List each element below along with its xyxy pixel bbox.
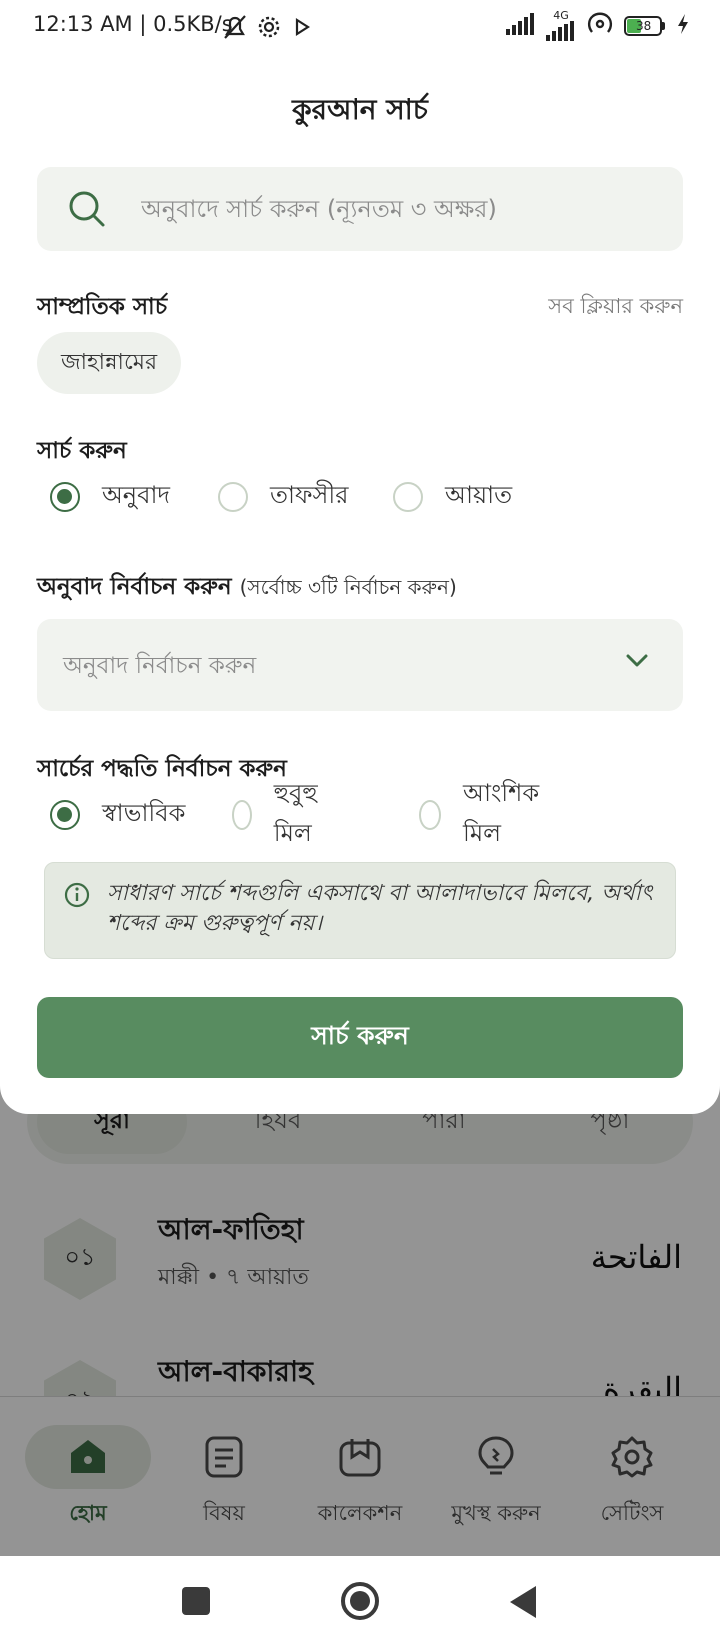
home-button[interactable] xyxy=(340,1581,380,1625)
charging-icon xyxy=(676,13,690,39)
radio-selected[interactable] xyxy=(50,800,80,830)
search-input[interactable] xyxy=(141,167,661,251)
status-time: 12:13 AM | 0.5KB/s xyxy=(33,12,233,36)
status-bar: 12:13 AM | 0.5KB/s 4G 38 xyxy=(0,0,720,52)
battery-icon: 38 xyxy=(624,15,666,36)
radio-unselected[interactable] xyxy=(232,800,252,830)
info-text: সাধারণ সার্চে শব্দগুলি একসাথে বা আলাদাভা… xyxy=(107,881,653,936)
radio-unselected[interactable] xyxy=(393,482,423,512)
system-navigation-bar xyxy=(0,1556,720,1650)
radio-option-tafsir[interactable]: তাফসীর xyxy=(218,477,348,517)
recents-button[interactable] xyxy=(181,1586,211,1620)
search-method-label: সার্চের পদ্ধতি নির্বাচন করুন xyxy=(37,756,287,782)
search-in-label: সার্চ করুন xyxy=(37,438,127,464)
radio-label: আয়াত xyxy=(445,481,513,509)
info-icon xyxy=(63,881,91,913)
battery-level: 38 xyxy=(636,18,652,33)
radio-label: হুবুহু মিল xyxy=(273,779,318,847)
recent-search-chip[interactable]: জাহান্নামের xyxy=(37,332,182,394)
clear-all-button[interactable]: সব ক্লিয়ার করুন xyxy=(548,290,683,325)
radio-label: অনুবাদ xyxy=(102,481,171,509)
search-icon xyxy=(67,189,107,233)
gear-icon xyxy=(256,14,282,44)
chevron-down-icon xyxy=(625,653,649,673)
mute-bell-icon xyxy=(222,14,248,44)
quran-search-sheet: 12:13 AM | 0.5KB/s 4G 38 কুরআন সার্চ অনু… xyxy=(0,0,720,1114)
translation-dropdown[interactable]: অনুবাদ নির্বাচন করুন xyxy=(37,619,683,711)
search-button[interactable]: সার্চ করুন xyxy=(37,997,683,1078)
dropdown-placeholder: অনুবাদ নির্বাচন করুন xyxy=(63,653,257,679)
signal-icon xyxy=(506,12,536,39)
radio-option-exact[interactable]: হুবুহু মিল xyxy=(232,779,328,847)
radio-unselected[interactable] xyxy=(218,482,248,512)
play-icon xyxy=(294,17,311,40)
status-indicators: 4G 38 xyxy=(506,10,690,41)
sheet-title: কুরআন সার্চ xyxy=(292,93,428,126)
hotspot-icon xyxy=(586,12,614,40)
radio-option-normal[interactable]: স্বাভাবিক xyxy=(50,795,185,835)
radio-unselected[interactable] xyxy=(419,800,441,830)
translation-select-label: অনুবাদ নির্বাচন করুন (সর্বোচ্চ ৩টি নির্ব… xyxy=(37,568,457,607)
search-box[interactable] xyxy=(37,167,683,251)
radio-label: স্বাভাবিক xyxy=(102,799,186,827)
radio-option-ayat[interactable]: আয়াত xyxy=(393,477,512,517)
info-note: সাধারণ সার্চে শব্দগুলি একসাথে বা আলাদাভা… xyxy=(44,862,676,959)
translation-select-hint: (সর্বোচ্চ ৩টি নির্বাচন করুন) xyxy=(239,575,457,599)
radio-label: তাফসীর xyxy=(270,481,349,509)
radio-option-translation[interactable]: অনুবাদ xyxy=(50,477,170,517)
translation-select-title: অনুবাদ নির্বাচন করুন xyxy=(37,574,232,600)
radio-label: আংশিক মিল xyxy=(462,779,540,847)
radio-selected[interactable] xyxy=(50,482,80,512)
signal-4g-icon: 4G xyxy=(546,10,576,41)
back-button[interactable] xyxy=(508,1584,538,1624)
recent-searches-title: সাম্প্রতিক সার্চ xyxy=(37,294,168,320)
radio-option-partial[interactable]: আংশিক মিল xyxy=(419,779,547,847)
